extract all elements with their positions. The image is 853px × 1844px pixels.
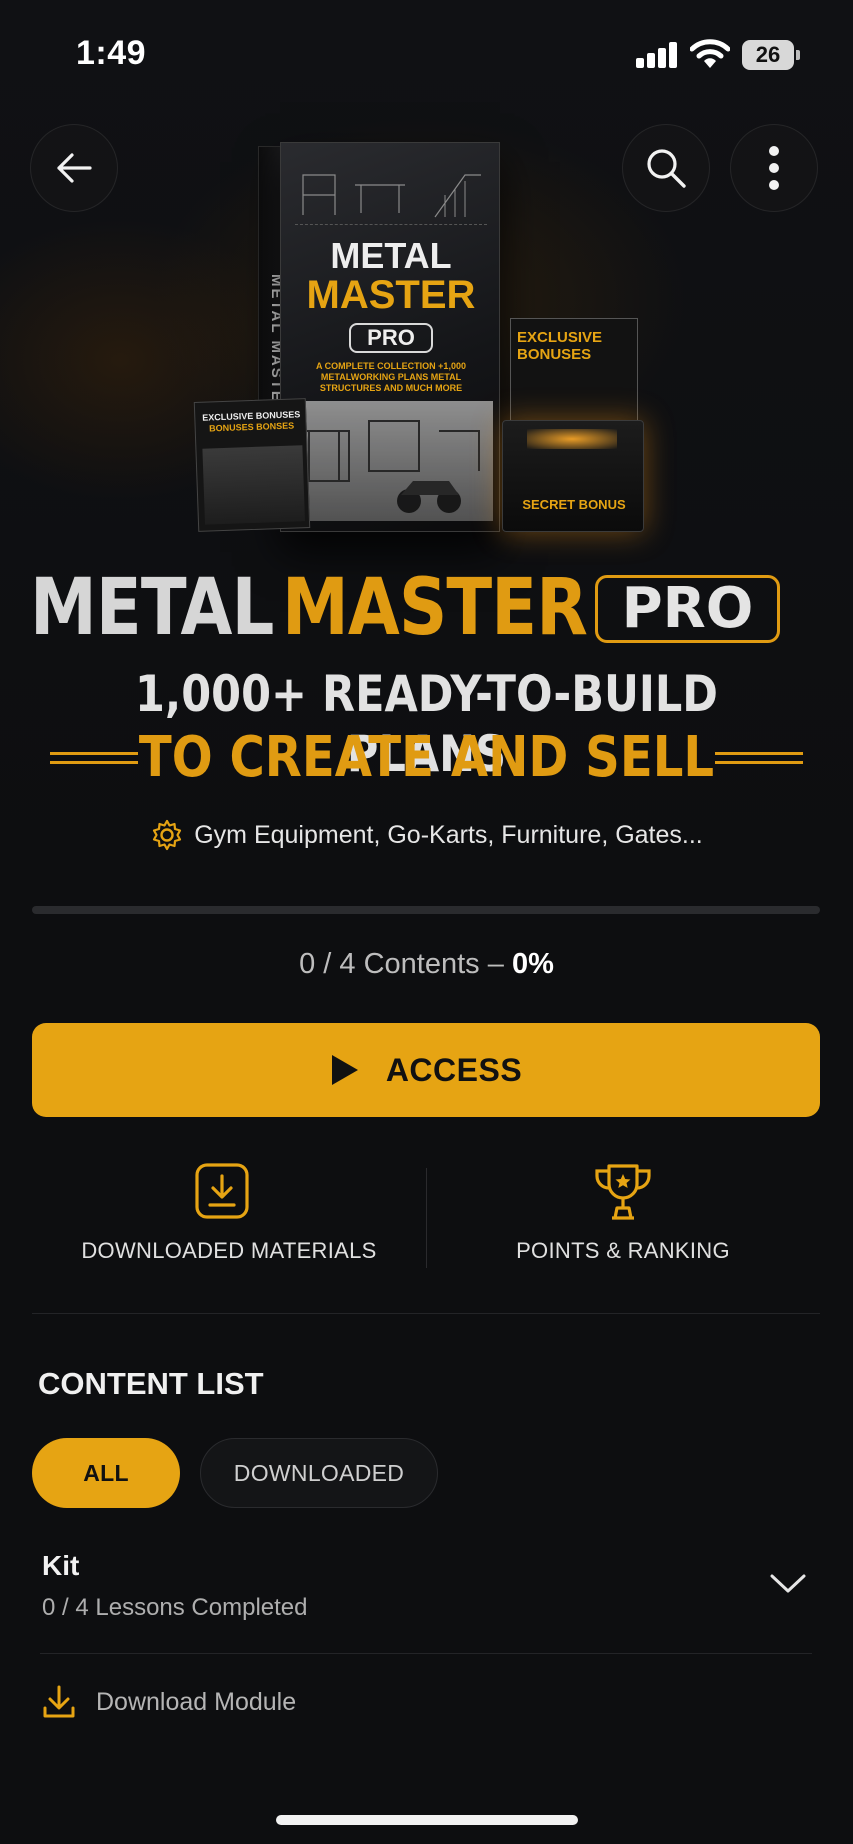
play-icon: [331, 1055, 358, 1085]
gear-icon: [153, 819, 182, 851]
module-progress: 0 / 4 Lessons Completed: [42, 1594, 308, 1621]
bonus-card: EXCLUSIVE BONUSES BONUSES BONSES: [193, 398, 311, 532]
content-list-title: CONTENT LIST: [38, 1366, 264, 1401]
arrow-left-icon: [57, 153, 92, 183]
battery-level: 26: [742, 40, 794, 70]
divider: [32, 1313, 820, 1314]
product-tagline: Gym Equipment, Go-Karts, Furniture, Gate…: [0, 818, 853, 859]
bonus-chest: SECRET BONUS: [502, 420, 644, 532]
trophy-icon: [595, 1164, 651, 1220]
title-word-metal: METAL: [30, 563, 274, 653]
chevron-down-icon[interactable]: [768, 1568, 808, 1598]
points-ranking-button[interactable]: POINTS & RANKING: [426, 1150, 820, 1280]
download-box-icon: [195, 1163, 249, 1219]
bonus-tablet: EXCLUSIVE BONUSES: [510, 318, 638, 428]
home-indicator[interactable]: [276, 1815, 578, 1825]
download-module-button[interactable]: Download Module: [32, 1672, 820, 1732]
back-button[interactable]: [30, 124, 118, 212]
battery-icon: 26: [742, 40, 800, 70]
more-vertical-icon: [769, 146, 779, 190]
box-photo-collage: [289, 401, 493, 521]
quick-actions: DOWNLOADED MATERIALS POINTS & RANKING: [32, 1150, 820, 1280]
headline-sell: TO CREATE AND SELL: [0, 726, 853, 790]
status-time: 1:49: [76, 34, 147, 72]
wifi-icon: [690, 39, 730, 68]
divider: [40, 1653, 812, 1654]
more-options-button[interactable]: [730, 124, 818, 212]
product-cover-image: METAL MASTER PRO METAL MASTER PRO A COMP…: [190, 130, 660, 540]
cellular-signal-icon: [636, 42, 678, 68]
title-word-master: MASTER: [282, 563, 588, 653]
blueprint-sketch: [295, 155, 487, 225]
product-title: METAL MASTER PRO: [30, 566, 830, 650]
downloaded-materials-button[interactable]: DOWNLOADED MATERIALS: [32, 1150, 426, 1280]
status-bar: 1:49 26: [0, 0, 853, 110]
module-item[interactable]: Kit 0 / 4 Lessons Completed: [32, 1540, 820, 1660]
title-pro-badge: PRO: [595, 575, 780, 643]
filter-downloaded-tab[interactable]: DOWNLOADED: [200, 1438, 438, 1508]
download-icon: [43, 1685, 75, 1718]
filter-all-tab[interactable]: ALL: [32, 1438, 180, 1508]
product-box: METAL MASTER PRO A COMPLETE COLLECTION +…: [280, 142, 500, 532]
progress-summary: 0 / 4 Contents – 0%: [299, 948, 554, 980]
progress-bar: [32, 906, 820, 914]
decorative-rule-right: [715, 752, 803, 764]
access-button[interactable]: ACCESS: [32, 1023, 820, 1117]
module-title: Kit: [42, 1550, 80, 1581]
